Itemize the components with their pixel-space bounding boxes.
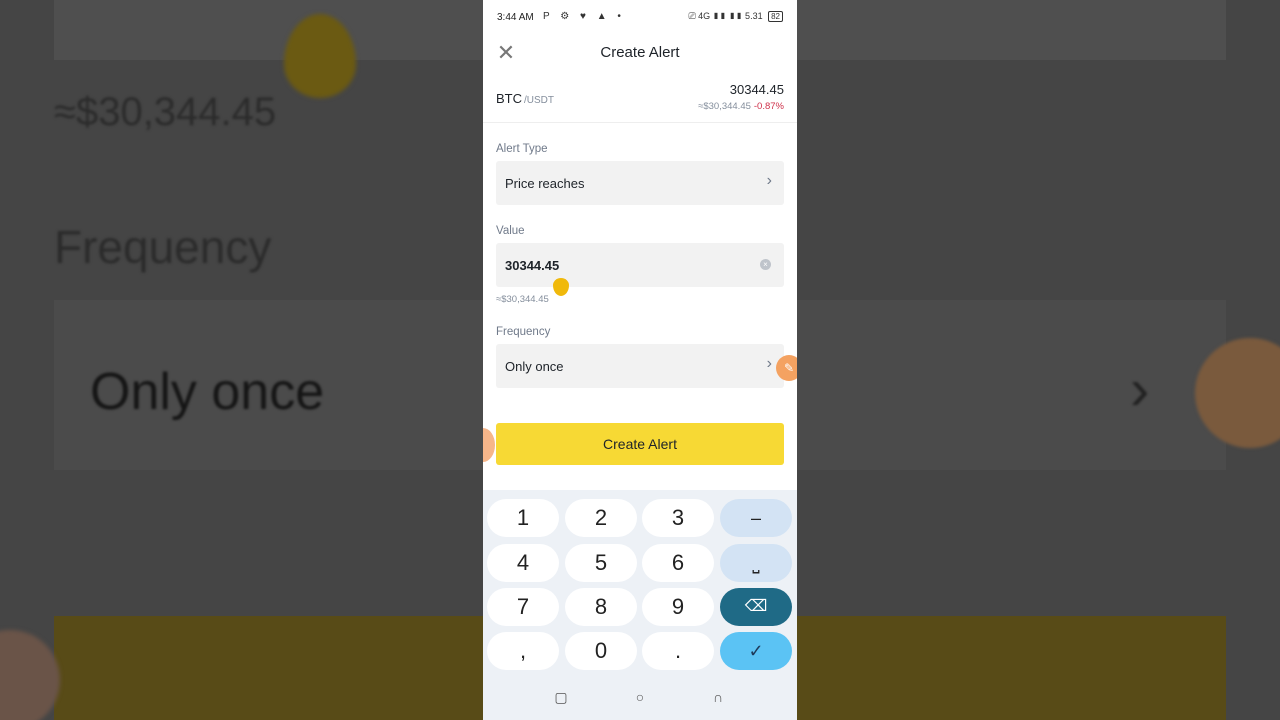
bg-frequency-label: Frequency [54, 221, 272, 273]
text-cursor-handle[interactable] [553, 278, 569, 296]
key-3[interactable]: 3 [642, 499, 714, 537]
pair-quote: /USDT [524, 95, 554, 106]
backspace-icon[interactable]: ⌫ [720, 588, 792, 626]
usd-price: ≈$30,344.45 [698, 101, 751, 112]
phone-screen: 3:44 AM P ⚙ ♥ ▲ • ⎚ 4G ▮▮ ▮▮ 5.31 82 ✕ C… [483, 0, 797, 720]
key-2[interactable]: 2 [565, 499, 637, 537]
bg-chevron-icon: › [1130, 357, 1150, 422]
value-input[interactable]: 30344.45 × [496, 243, 784, 287]
alert-type-value: Price reaches [505, 176, 585, 191]
header: ✕ Create Alert [483, 36, 797, 70]
frequency-value: Only once [505, 359, 564, 374]
home-icon[interactable]: ○ [631, 688, 649, 706]
floating-bubble[interactable] [483, 428, 495, 462]
value-label: Value [496, 225, 525, 237]
key-9[interactable]: 9 [642, 588, 714, 626]
key-6[interactable]: 6 [642, 544, 714, 582]
frequency-select[interactable]: Only once › [496, 344, 784, 388]
key-0[interactable]: 0 [565, 632, 637, 670]
value-input-text: 30344.45 [505, 258, 560, 273]
trading-pair: BTC/USDT [496, 91, 554, 106]
key-8[interactable]: 8 [565, 588, 637, 626]
recent-apps-icon[interactable]: ▢ [552, 688, 570, 706]
key-space[interactable]: ⎵ [720, 544, 792, 582]
value-usd-hint: ≈$30,344.45 [496, 294, 549, 305]
divider [483, 122, 797, 123]
status-system-icons: ⎚ 4G ▮▮ ▮▮ 5.31 82 [688, 11, 783, 22]
price-change: -0.87% [753, 101, 784, 112]
status-time: 3:44 AM [497, 12, 534, 23]
create-alert-button[interactable]: Create Alert [496, 423, 784, 465]
numeric-keyboard: 1 2 3 – 4 5 6 ⎵ 7 8 9 ⌫ , 0 . ✓ [483, 490, 797, 676]
status-notification-icons: P ⚙ ♥ ▲ • [543, 11, 625, 22]
android-nav-bar: ▢ ○ ∩ [483, 676, 797, 720]
bg-circle-small [0, 630, 60, 720]
clear-icon[interactable]: × [760, 259, 771, 270]
price-subline: ≈$30,344.45 -0.87% [698, 101, 784, 112]
key-comma[interactable]: , [487, 632, 559, 670]
key-4[interactable]: 4 [487, 544, 559, 582]
frequency-label: Frequency [496, 326, 551, 338]
pair-base: BTC [496, 91, 522, 106]
key-7[interactable]: 7 [487, 588, 559, 626]
key-minus[interactable]: – [720, 499, 792, 537]
edit-brush-icon[interactable]: ✎ [776, 355, 797, 381]
chevron-right-icon: › [766, 172, 772, 189]
key-1[interactable]: 1 [487, 499, 559, 537]
chevron-right-icon: › [766, 355, 772, 372]
alert-type-select[interactable]: Price reaches › [496, 161, 784, 205]
bg-frequency-value: Only once [90, 363, 325, 421]
battery-icon: 82 [768, 11, 783, 22]
price-block: 30344.45 ≈$30,344.45 -0.87% [698, 82, 784, 112]
back-icon[interactable]: ∩ [709, 688, 727, 706]
signal-icons: ⎚ 4G ▮▮ ▮▮ 5.31 [688, 11, 763, 21]
page-title: Create Alert [600, 44, 680, 61]
last-price: 30344.45 [729, 82, 784, 97]
check-icon[interactable]: ✓ [720, 632, 792, 670]
key-5[interactable]: 5 [565, 544, 637, 582]
alert-type-label: Alert Type [496, 143, 548, 155]
bg-price-text: ≈$30,344.45 [54, 90, 277, 134]
status-bar: 3:44 AM P ⚙ ♥ ▲ • ⎚ 4G ▮▮ ▮▮ 5.31 82 [483, 0, 797, 34]
key-period[interactable]: . [642, 632, 714, 670]
